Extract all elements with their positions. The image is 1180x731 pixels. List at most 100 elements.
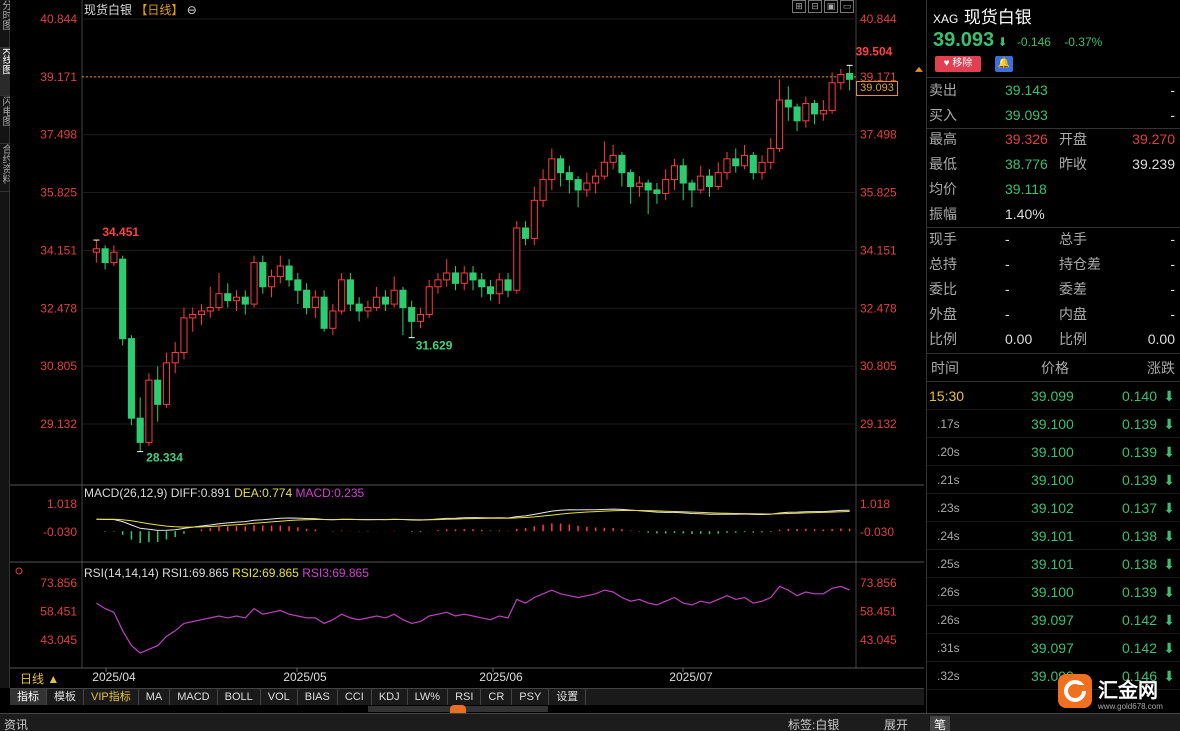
macd-tick-left: -0.030 bbox=[43, 525, 77, 539]
quote-value-2: - bbox=[1170, 231, 1175, 247]
candle-body bbox=[285, 265, 293, 281]
tick-price: 39.100 bbox=[1031, 584, 1074, 600]
period-label[interactable]: 【日线】 bbox=[135, 3, 183, 17]
quote-row: 委比 - 委差 - bbox=[927, 277, 1180, 302]
candle-body bbox=[180, 317, 188, 353]
left-tab-2[interactable]: 闪电图 bbox=[0, 96, 10, 144]
indicator-tab-10[interactable]: LW% bbox=[408, 689, 449, 705]
indicator-tab-5[interactable]: BOLL bbox=[218, 689, 261, 705]
tick-time: .26s bbox=[937, 585, 960, 599]
chart-area[interactable]: 40.844 40.84439.171 39.17137.498 37.49835.8… bbox=[10, 0, 924, 688]
quote-value: - bbox=[1005, 256, 1010, 272]
candle-body bbox=[670, 165, 679, 181]
tick-time: .25s bbox=[937, 557, 960, 571]
y-tick-right: 32.478 bbox=[860, 301, 897, 315]
candle-body bbox=[119, 258, 127, 340]
chart-title: 现货白银 【日线】 ⊖ bbox=[84, 1, 197, 18]
quote-label-2: 持仓差 bbox=[1059, 256, 1101, 272]
pen-button[interactable]: 笔 bbox=[930, 716, 951, 731]
candle-body bbox=[583, 182, 591, 191]
down-arrow-icon: ⬇ bbox=[1163, 528, 1175, 544]
indicator-tab-1[interactable]: 模板 bbox=[47, 689, 84, 705]
candle-body bbox=[521, 227, 530, 239]
indicator-tab-3[interactable]: MA bbox=[139, 689, 171, 705]
indicator-tab-14[interactable]: 设置 bbox=[549, 689, 587, 705]
indicator-tab-13[interactable]: PSY bbox=[512, 689, 550, 705]
scroll-handle[interactable] bbox=[450, 705, 466, 713]
quote-row: 振幅 1.40% bbox=[927, 202, 1180, 227]
tick-price: 39.100 bbox=[1031, 444, 1074, 460]
candle-body bbox=[740, 154, 749, 167]
price-annotation: 39.504 bbox=[856, 44, 893, 58]
remove-label: 移除 bbox=[952, 58, 973, 69]
candle-body bbox=[767, 147, 775, 163]
quote-value: 39.326 bbox=[1005, 131, 1048, 147]
tick-row: .26s 39.097 0.142 ⬇ bbox=[927, 606, 1180, 634]
indicator-tab-8[interactable]: CCI bbox=[338, 689, 372, 705]
candle-body bbox=[320, 296, 328, 329]
rsi-tick-left: 58.451 bbox=[40, 604, 77, 618]
candle-body bbox=[618, 154, 626, 174]
candle-body bbox=[662, 179, 670, 194]
candle-body bbox=[136, 417, 144, 443]
y-tick-right: 30.805 bbox=[860, 359, 897, 373]
gold678-logo: 汇金网 www.gold678.com bbox=[1058, 674, 1163, 711]
tick-row: 15:30 39.099 0.140 ⬇ bbox=[927, 382, 1180, 410]
tick-time: .24s bbox=[937, 529, 960, 543]
indicator-tab-0[interactable]: 指标 bbox=[10, 689, 47, 705]
quote-row: 最高 39.326 开盘 39.270 bbox=[927, 127, 1180, 152]
y-tick-left: 39.171 bbox=[40, 70, 77, 84]
quote-value: - bbox=[1005, 231, 1010, 247]
left-tab-0[interactable]: 分时图 bbox=[0, 0, 10, 48]
y-tick-right: 34.151 bbox=[860, 243, 897, 257]
expand-button[interactable]: 展开 bbox=[884, 716, 908, 731]
candle-body bbox=[232, 296, 241, 302]
indicator-tab-9[interactable]: KDJ bbox=[372, 689, 408, 705]
period-selector[interactable]: 日线 ▲ bbox=[20, 670, 59, 687]
window-icon-2[interactable]: ▣ bbox=[824, 0, 838, 13]
quote-label: 最高 bbox=[929, 131, 957, 147]
indicator-tab-12[interactable]: CR bbox=[481, 689, 513, 705]
candle-body bbox=[565, 172, 573, 181]
settings-icon[interactable]: ⊖ bbox=[187, 3, 197, 17]
remove-watchlist-button[interactable]: ♥ 移除 bbox=[935, 56, 981, 72]
down-arrow-icon: ⬇ bbox=[1163, 612, 1175, 628]
window-icon-1[interactable]: ⊟ bbox=[808, 0, 822, 13]
tick-price: 39.097 bbox=[1031, 640, 1074, 656]
news-link[interactable]: 资讯 bbox=[4, 716, 28, 731]
indicator-tab-7[interactable]: BIAS bbox=[298, 689, 338, 705]
tick-col-price: 价格 bbox=[1041, 360, 1069, 376]
window-icon-0[interactable]: ⊞ bbox=[792, 0, 806, 13]
y-tick-left: 37.498 bbox=[40, 128, 77, 142]
candle-body bbox=[811, 103, 819, 115]
candle-body bbox=[846, 72, 854, 80]
y-tick-right: 40.844 bbox=[860, 12, 897, 26]
down-arrow-icon: ⬇ bbox=[1163, 640, 1175, 656]
candle-body bbox=[399, 289, 407, 309]
quote-header: XAG 现货白银 bbox=[933, 3, 1032, 28]
tick-change: 0.139 bbox=[1121, 444, 1157, 460]
candle-body bbox=[250, 262, 258, 305]
tick-price: 39.099 bbox=[1031, 388, 1074, 404]
rsi-tick-left: 43.045 bbox=[40, 633, 77, 647]
indicator-tab-11[interactable]: RSI bbox=[448, 689, 482, 705]
rsi-title: RSI(14,14,14) bbox=[84, 566, 159, 580]
left-tab-3[interactable]: 合约资料 bbox=[0, 144, 10, 192]
bell-icon[interactable]: 🔔 bbox=[995, 56, 1013, 72]
indicator-tab-2[interactable]: VIP指标 bbox=[84, 689, 139, 705]
quote-row: 买入 39.093 - bbox=[927, 103, 1180, 128]
tick-change: 0.139 bbox=[1121, 416, 1157, 432]
left-tab-1[interactable]: K线图 bbox=[0, 48, 10, 96]
window-icon-3[interactable]: ▭ bbox=[840, 0, 854, 13]
quote-row: 现手 - 总手 - bbox=[927, 227, 1180, 252]
quote-label: 外盘 bbox=[929, 306, 957, 322]
quote-row: 外盘 - 内盘 - bbox=[927, 302, 1180, 327]
indicator-tab-4[interactable]: MACD bbox=[170, 689, 218, 705]
candle-body bbox=[373, 296, 381, 309]
quote-value: 39.118 bbox=[1005, 181, 1047, 197]
price-change-pct: -0.37% bbox=[1064, 35, 1103, 49]
quote-value-2: - bbox=[1170, 256, 1175, 272]
tick-row: .25s 39.101 0.138 ⬇ bbox=[927, 550, 1180, 578]
candle-body bbox=[574, 179, 582, 191]
indicator-tab-6[interactable]: VOL bbox=[261, 689, 298, 705]
